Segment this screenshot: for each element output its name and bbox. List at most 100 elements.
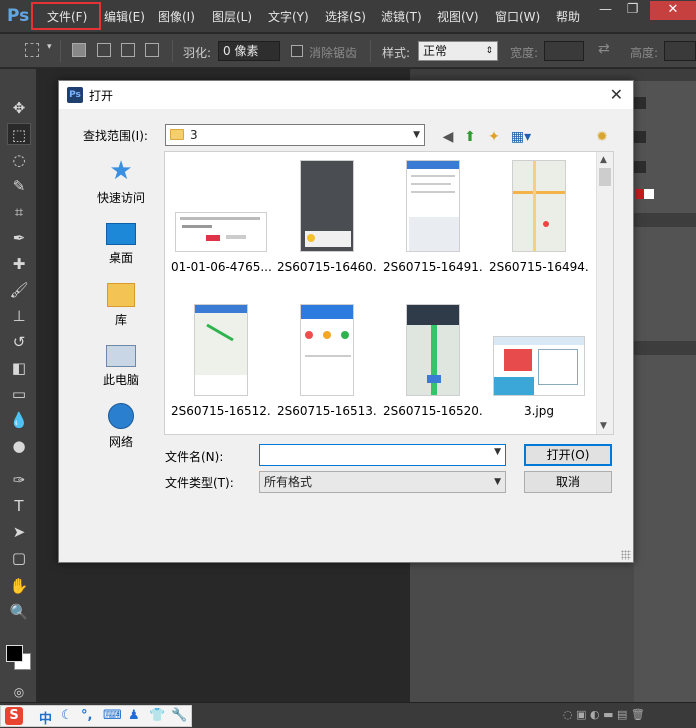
crop-tool-icon[interactable]: ⌗ [7, 201, 31, 223]
add-selection-icon[interactable] [97, 43, 111, 57]
place-this-pc[interactable]: 此电脑 [81, 343, 161, 388]
keyboard-icon[interactable]: ⌨ [103, 708, 122, 723]
blur-tool-icon[interactable]: 💧 [7, 409, 31, 431]
open-button[interactable]: 打开(O) [524, 444, 612, 466]
menu-item[interactable]: 窗口(W) [495, 8, 540, 25]
feather-input[interactable]: 0 像素 [218, 41, 280, 61]
zoom-tool-icon[interactable]: 🔍 [7, 601, 31, 623]
lookin-dropdown[interactable]: 3 ▼ [165, 124, 425, 146]
desktop-icon [106, 223, 136, 245]
quick-select-tool-icon[interactable]: ✎ [7, 175, 31, 197]
library-icon [107, 283, 135, 307]
wrench-icon[interactable]: 🔧 [171, 708, 187, 723]
path-select-tool-icon[interactable]: ➤ [7, 521, 31, 543]
place-network[interactable]: 网络 [81, 403, 161, 450]
user-icon[interactable]: ♟ [128, 708, 140, 723]
file-item[interactable]: 01-01-06-4765... [171, 158, 271, 288]
style-select[interactable]: 正常 ⇕ [418, 41, 498, 61]
star-icon: ★ [109, 156, 133, 186]
history-brush-tool-icon[interactable]: ↺ [7, 331, 31, 353]
gradient-tool-icon[interactable]: ▭ [7, 383, 31, 405]
stamp-tool-icon[interactable]: ⊥ [7, 305, 31, 327]
antialias-label: 消除锯齿 [309, 46, 358, 60]
brush-tool-icon[interactable]: 🖌 [7, 279, 31, 301]
hand-tool-icon[interactable]: ✋ [7, 575, 31, 597]
intersect-selection-icon[interactable] [145, 43, 159, 57]
sogou-logo[interactable]: S [5, 707, 23, 725]
dialog-close-icon[interactable]: ✕ [610, 85, 623, 104]
file-name: 2S60715-16494... [489, 260, 589, 274]
quick-mask-icon[interactable]: ◎ [7, 681, 31, 703]
scrollbar-thumb[interactable] [599, 168, 611, 186]
back-icon[interactable]: ◀ [439, 128, 457, 146]
file-item[interactable]: 2S60715-16513... [277, 302, 377, 432]
new-folder-icon[interactable]: ✦ [485, 128, 503, 146]
menu-item[interactable]: 图层(L) [212, 8, 252, 25]
scroll-down-icon[interactable]: ▼ [600, 421, 607, 431]
file-thumbnail [512, 160, 566, 252]
file-thumbnail [194, 304, 248, 396]
color-slider-swatch [644, 189, 654, 199]
healing-tool-icon[interactable]: ✚ [7, 253, 31, 275]
filetype-dropdown[interactable]: 所有格式 ▼ [259, 471, 506, 493]
antialias-checkbox[interactable] [291, 45, 303, 57]
lasso-tool-icon[interactable]: ◌ [7, 149, 31, 171]
place-quick-access[interactable]: ★ 快速访问 [81, 157, 161, 206]
view-menu-icon[interactable]: ▦▾ [509, 128, 533, 146]
file-item[interactable]: 2S60715-16512... [171, 302, 271, 432]
close-button[interactable]: ✕ [650, 1, 696, 20]
swap-icon[interactable]: ⇄ [598, 41, 610, 57]
foreground-color-swatch[interactable] [6, 645, 23, 662]
restore-button[interactable]: ❐ [619, 1, 646, 20]
panel-footer-icons[interactable]: ◌ ▣ ◐ ▬ ▤ 🗑 [563, 708, 645, 721]
ime-mode-toggle[interactable]: 中 [39, 708, 52, 727]
marquee-tool-icon[interactable]: ⬚ [7, 123, 31, 145]
chevron-down-icon[interactable]: ▼ [494, 447, 501, 457]
file-name: 01-01-06-4765... [171, 260, 271, 274]
file-item[interactable]: 2S60715-16460... [277, 158, 377, 288]
height-input[interactable] [664, 41, 696, 61]
menu-item[interactable]: 编辑(E) [104, 8, 145, 25]
place-desktop[interactable]: 桌面 [81, 221, 161, 266]
menu-item[interactable]: 图像(I) [158, 8, 195, 25]
dodge-tool-icon[interactable]: ● [7, 435, 31, 457]
menu-item[interactable]: 选择(S) [325, 8, 366, 25]
file-item[interactable]: 3.jpg [489, 302, 589, 432]
resize-grip[interactable] [621, 550, 631, 560]
file-item[interactable]: 2S60715-16491... [383, 158, 483, 288]
subtract-selection-icon[interactable] [121, 43, 135, 57]
menu-item[interactable]: 文字(Y) [268, 8, 309, 25]
scroll-up-icon[interactable]: ▲ [600, 155, 607, 165]
places-bar: ★ 快速访问 桌面 库 此电脑 网络 [81, 151, 161, 507]
favorite-folder-icon[interactable]: ✹ [593, 128, 611, 146]
menu-item[interactable]: 滤镜(T) [381, 8, 422, 25]
moon-icon[interactable]: ☾ [61, 708, 73, 723]
file-list[interactable]: 01-01-06-4765... 2S60715-16460... 2S60715-… [164, 151, 614, 435]
new-selection-icon[interactable] [72, 43, 86, 57]
cancel-button[interactable]: 取消 [524, 471, 612, 493]
up-folder-icon[interactable]: ⬆ [461, 128, 479, 146]
file-item[interactable]: 2S60715-16494... [489, 158, 589, 288]
minimize-button[interactable]: — [592, 1, 619, 20]
menu-item[interactable]: 视图(V) [437, 8, 479, 25]
eraser-tool-icon[interactable]: ◧ [7, 357, 31, 379]
filename-input[interactable]: ▼ [259, 444, 506, 466]
shape-tool-icon[interactable]: ▢ [7, 547, 31, 569]
width-input[interactable] [544, 41, 584, 61]
type-tool-icon[interactable]: T [7, 495, 31, 517]
filetype-value: 所有格式 [264, 475, 313, 489]
width-label: 宽度: [510, 46, 539, 60]
pen-tool-icon[interactable]: ✑ [7, 469, 31, 491]
photoshop-logo: Ps [7, 6, 30, 26]
place-library[interactable]: 库 [81, 283, 161, 328]
eyedropper-tool-icon[interactable]: ✒ [7, 227, 31, 249]
punctuation-icon[interactable]: °, [81, 708, 92, 723]
menu-item[interactable]: 帮助 [556, 8, 580, 25]
skin-icon[interactable]: 👕 [149, 708, 165, 723]
vertical-scrollbar[interactable]: ▲ ▼ [596, 152, 613, 434]
file-item[interactable]: 2S60715-16520... [383, 302, 483, 432]
preset-dropdown-icon[interactable]: ▾ [47, 42, 52, 52]
move-tool-icon[interactable]: ✥ [7, 97, 31, 119]
panel-swatch [634, 131, 646, 143]
marquee-preset-icon[interactable] [25, 43, 39, 57]
